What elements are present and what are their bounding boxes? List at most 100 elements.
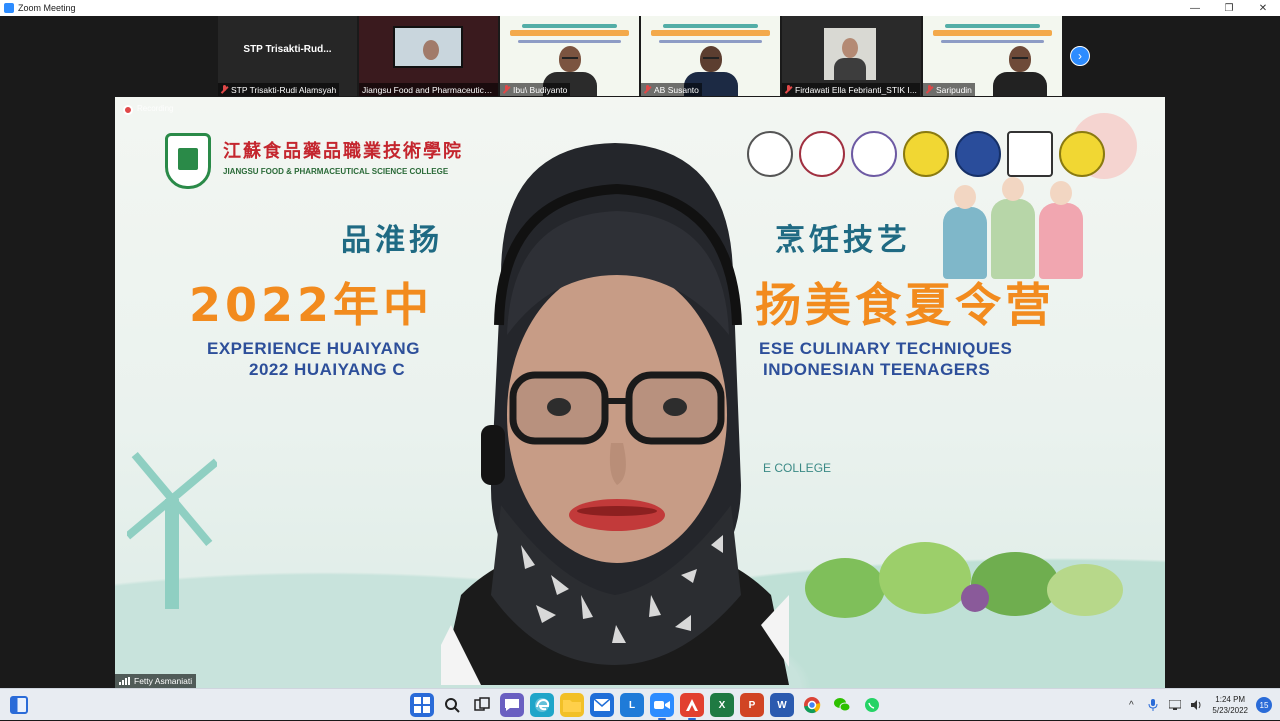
speaker-name: Fetty Asmaniati [134, 676, 193, 686]
banner-graphic [933, 30, 1052, 36]
maximize-button[interactable]: ❐ [1212, 0, 1246, 16]
participant-name: Saripudin [936, 84, 972, 95]
task-view-icon[interactable] [470, 693, 494, 717]
participant-name-bar: Ibu\ Budiyanto [500, 83, 571, 96]
whatsapp-icon[interactable] [860, 693, 884, 717]
system-tray: ^ 1:24 PM 5/23/2022 15 [1124, 689, 1272, 721]
gallery-strip: STP Trisakti-Rud... STP Trisakti-Rudi Al… [218, 16, 1062, 96]
mail-icon[interactable] [590, 693, 614, 717]
participant-name-bar: Jiangsu Food and Pharmaceutica... [359, 83, 498, 96]
banner-graphic [941, 40, 1044, 43]
participant-name: Ibu\ Budiyanto [513, 84, 568, 95]
participant-tile[interactable]: AB Susanto [641, 16, 780, 96]
slide-headline-cn-large: 2022年中 [189, 278, 434, 332]
participant-name-bar: STP Trisakti-Rudi Alamsyah [218, 83, 340, 96]
student-head [954, 185, 976, 209]
wechat-icon[interactable] [830, 693, 854, 717]
recording-label: Recording [137, 104, 174, 113]
gallery-next-icon[interactable]: › [1070, 46, 1090, 66]
slide-headline-cn: 烹饪技艺 [775, 223, 911, 258]
slide-headline-en: 2022 HUAIYANG C [249, 360, 406, 379]
participant-name: AB Susanto [654, 84, 699, 95]
participant-tile[interactable]: Firdawati Ella Febrianti_STIK I... [782, 16, 921, 96]
participant-name-bar: Firdawati Ella Febrianti_STIK I... [782, 83, 920, 96]
muted-mic-icon [785, 85, 792, 94]
meeting-area: STP Trisakti-Rud... STP Trisakti-Rudi Al… [0, 16, 1280, 688]
student-head [1002, 177, 1024, 201]
search-icon[interactable] [440, 693, 464, 717]
active-speaker-video[interactable]: 江蘇食品藥品職業技術學院 JIANGSU FOOD & PHARMACEUTIC… [115, 97, 1165, 688]
file-explorer-icon[interactable] [560, 693, 584, 717]
excel-icon[interactable]: X [710, 693, 734, 717]
college-name-en: JIANGSU FOOD & PHARMACEUTICAL SCIENCE CO… [223, 167, 449, 176]
powerpoint-icon[interactable]: P [740, 693, 764, 717]
participant-video [993, 46, 1048, 96]
participant-head [558, 46, 581, 72]
window-title: Zoom Meeting [18, 3, 76, 13]
participant-body [993, 72, 1048, 96]
muted-mic-icon [503, 85, 510, 94]
speaker-person [441, 143, 789, 685]
widgets-icon[interactable] [10, 696, 28, 714]
recording-icon [123, 105, 133, 115]
minimize-button[interactable]: — [1178, 0, 1212, 16]
microphone-icon[interactable] [1146, 698, 1160, 712]
student-figure [991, 177, 1035, 279]
participant-head [1009, 46, 1032, 72]
muted-mic-icon [221, 85, 228, 94]
student-head [1050, 181, 1072, 205]
word-icon[interactable]: W [770, 693, 794, 717]
windmill-illustration [127, 451, 217, 609]
banner-graphic [522, 24, 617, 28]
chevron-up-icon[interactable]: ^ [1124, 698, 1138, 712]
vegetables-illustration [805, 542, 1123, 618]
window-titlebar: Zoom Meeting — ❐ ✕ [0, 0, 1280, 16]
system-clock[interactable]: 1:24 PM 5/23/2022 [1212, 694, 1248, 716]
banner-graphic [663, 24, 758, 28]
clock-date: 5/23/2022 [1212, 706, 1248, 715]
windows-start-icon[interactable] [410, 693, 434, 717]
slide-headline-cn-large: 扬美食夏令营 [755, 278, 1055, 332]
participant-photo [824, 28, 876, 80]
presenter-face [423, 40, 439, 60]
app-l-icon[interactable]: L [620, 693, 644, 717]
banner-graphic [518, 40, 621, 43]
partner-logo [851, 131, 897, 177]
network-icon[interactable] [1168, 698, 1182, 712]
notification-badge[interactable]: 15 [1256, 697, 1272, 713]
participant-name: Jiangsu Food and Pharmaceutica... [362, 84, 495, 95]
banner-graphic [945, 24, 1040, 28]
teams-chat-icon[interactable] [500, 693, 524, 717]
window-controls: — ❐ ✕ [1178, 0, 1280, 16]
taskbar-apps: L XPW [410, 693, 884, 720]
participant-tile[interactable]: Saripudin [923, 16, 1062, 96]
participant-body [834, 58, 866, 80]
college-logo [165, 133, 211, 189]
chrome-icon[interactable] [800, 693, 824, 717]
adobe-icon[interactable] [680, 693, 704, 720]
banner-graphic [659, 40, 762, 43]
edge-icon[interactable] [530, 693, 554, 717]
slide-headline-en: INDONESIAN TEENAGERS [763, 360, 991, 379]
illustrated-students [943, 163, 1093, 279]
volume-icon[interactable] [1190, 698, 1204, 712]
slide-headline-en: ESE CULINARY TECHNIQUES [759, 339, 1013, 358]
clock-time: 1:24 PM [1215, 695, 1246, 704]
participant-tile[interactable]: STP Trisakti-Rud... STP Trisakti-Rudi Al… [218, 16, 357, 96]
zoom-app-icon [4, 3, 14, 13]
participant-tile[interactable]: Ibu\ Budiyanto [500, 16, 639, 96]
participant-tile[interactable]: Jiangsu Food and Pharmaceutica... [359, 16, 498, 96]
student-figure [1039, 181, 1083, 279]
college-name-cn: 江蘇食品藥品職業技術學院 [223, 141, 463, 162]
slide-headline-cn: 品淮扬 [341, 223, 443, 258]
close-button[interactable]: ✕ [1246, 0, 1280, 16]
partner-logo [799, 131, 845, 177]
zoom-icon[interactable] [650, 693, 674, 720]
participant-name: Firdawati Ella Febrianti_STIK I... [795, 84, 917, 95]
stage-screen-video [393, 26, 463, 68]
banner-graphic [651, 30, 770, 36]
slide-headline-en: EXPERIENCE HUAIYANG [207, 339, 420, 358]
muted-mic-icon [644, 85, 651, 94]
windows-taskbar: L XPW ^ 1:24 PM 5/23/2022 15 [0, 688, 1280, 720]
participant-head [699, 46, 722, 72]
